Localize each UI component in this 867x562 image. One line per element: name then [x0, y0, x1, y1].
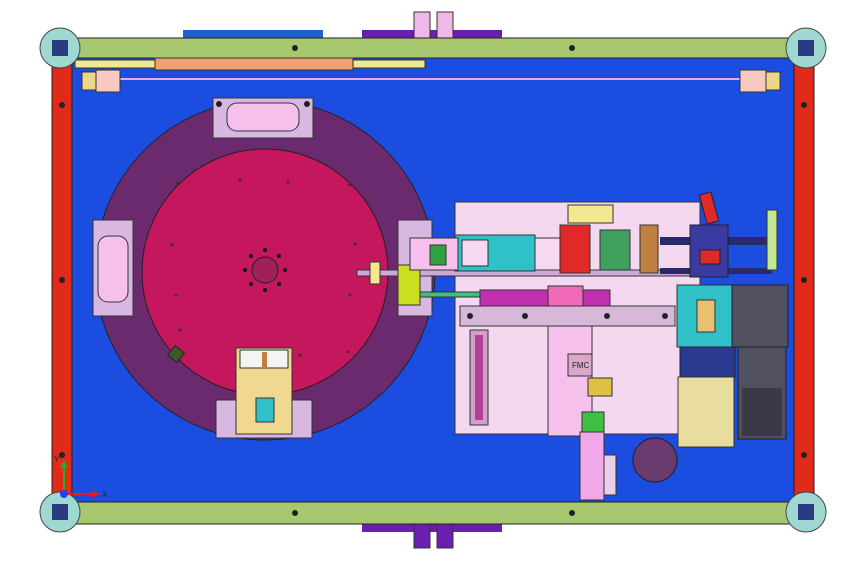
- green-block: [429, 244, 447, 266]
- turntable-hub: [251, 256, 279, 284]
- green-sensor: [599, 229, 631, 271]
- bottom-connector-left: [413, 523, 431, 549]
- bottom-connector-right: [436, 523, 454, 549]
- yellow-fitting: [587, 377, 613, 397]
- fixture-left: [92, 219, 134, 317]
- valve-cap: [567, 204, 614, 224]
- rod-mount-right: [765, 71, 781, 91]
- top-rail: [61, 37, 805, 59]
- axis-y-label: Y: [54, 455, 60, 464]
- pink-cylinder: [479, 289, 611, 307]
- top-connector-left: [413, 11, 431, 39]
- fins-left: [461, 239, 489, 267]
- gearbox: [731, 284, 789, 348]
- red-valve: [559, 224, 591, 274]
- gripper-head: [397, 264, 421, 306]
- slide-base: [459, 305, 676, 327]
- lower-bracket: [579, 431, 605, 501]
- fins-right: [534, 237, 564, 271]
- green-fitting: [581, 411, 605, 435]
- machine-drawing: FMC X Y: [39, 11, 827, 549]
- cad-top-view: FMC X Y: [0, 0, 867, 562]
- bottom-rail: [61, 501, 805, 525]
- pulley-hub: [699, 249, 721, 265]
- copper-spring: [639, 224, 659, 274]
- rod-end-right: [739, 69, 767, 93]
- rod-end-left: [95, 69, 121, 93]
- rod-mount-left: [81, 71, 97, 91]
- round-cover: [632, 437, 678, 483]
- motor-body: [677, 376, 735, 448]
- top-connector-right: [436, 11, 454, 39]
- guide-post: [766, 209, 778, 271]
- motor-flange: [679, 346, 736, 378]
- coupling: [696, 299, 716, 333]
- axis-x-label: X: [102, 490, 108, 499]
- servo-motor-end: [742, 388, 782, 436]
- fmc-label: FMC: [572, 361, 590, 370]
- lower-arm: [603, 454, 617, 496]
- top-slide-carriage: [154, 57, 354, 71]
- rod-tip: [369, 261, 381, 285]
- fixture-top: [212, 97, 314, 139]
- bracket-slot: [475, 335, 483, 420]
